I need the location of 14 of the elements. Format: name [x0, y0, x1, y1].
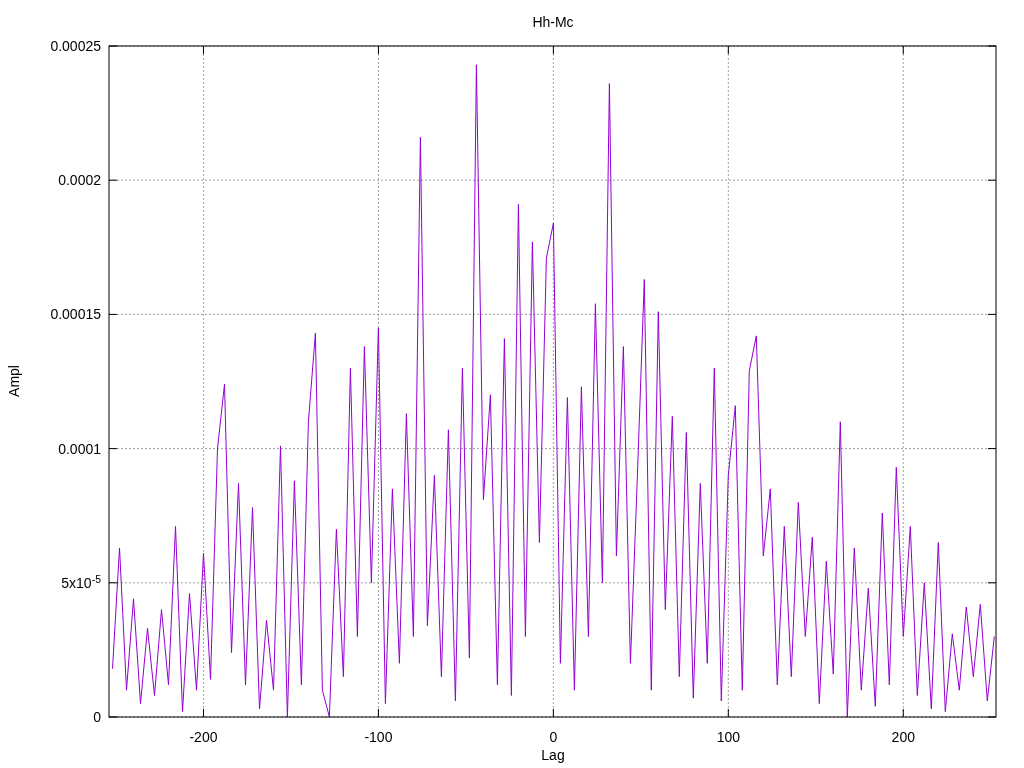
tick-label: 200 — [891, 729, 915, 745]
tick-label: 0 — [549, 729, 558, 745]
tick-label: 0 — [93, 710, 101, 724]
chart-title: Hh-Mc — [532, 14, 574, 30]
tick-label: -200 — [189, 729, 218, 745]
tick-label: 0.00025 — [50, 39, 101, 53]
tick-label: 0.0002 — [58, 173, 101, 188]
axis-label: Ampl — [6, 365, 22, 397]
tick-label: 0.0001 — [58, 441, 101, 456]
axis-label: Lag — [541, 747, 565, 763]
tick-label: 0.00015 — [50, 307, 101, 322]
tick-label: 100 — [716, 729, 740, 745]
tick-label: -100 — [364, 729, 393, 745]
tick-label: 5x10$^{-5}$ — [61, 575, 101, 590]
